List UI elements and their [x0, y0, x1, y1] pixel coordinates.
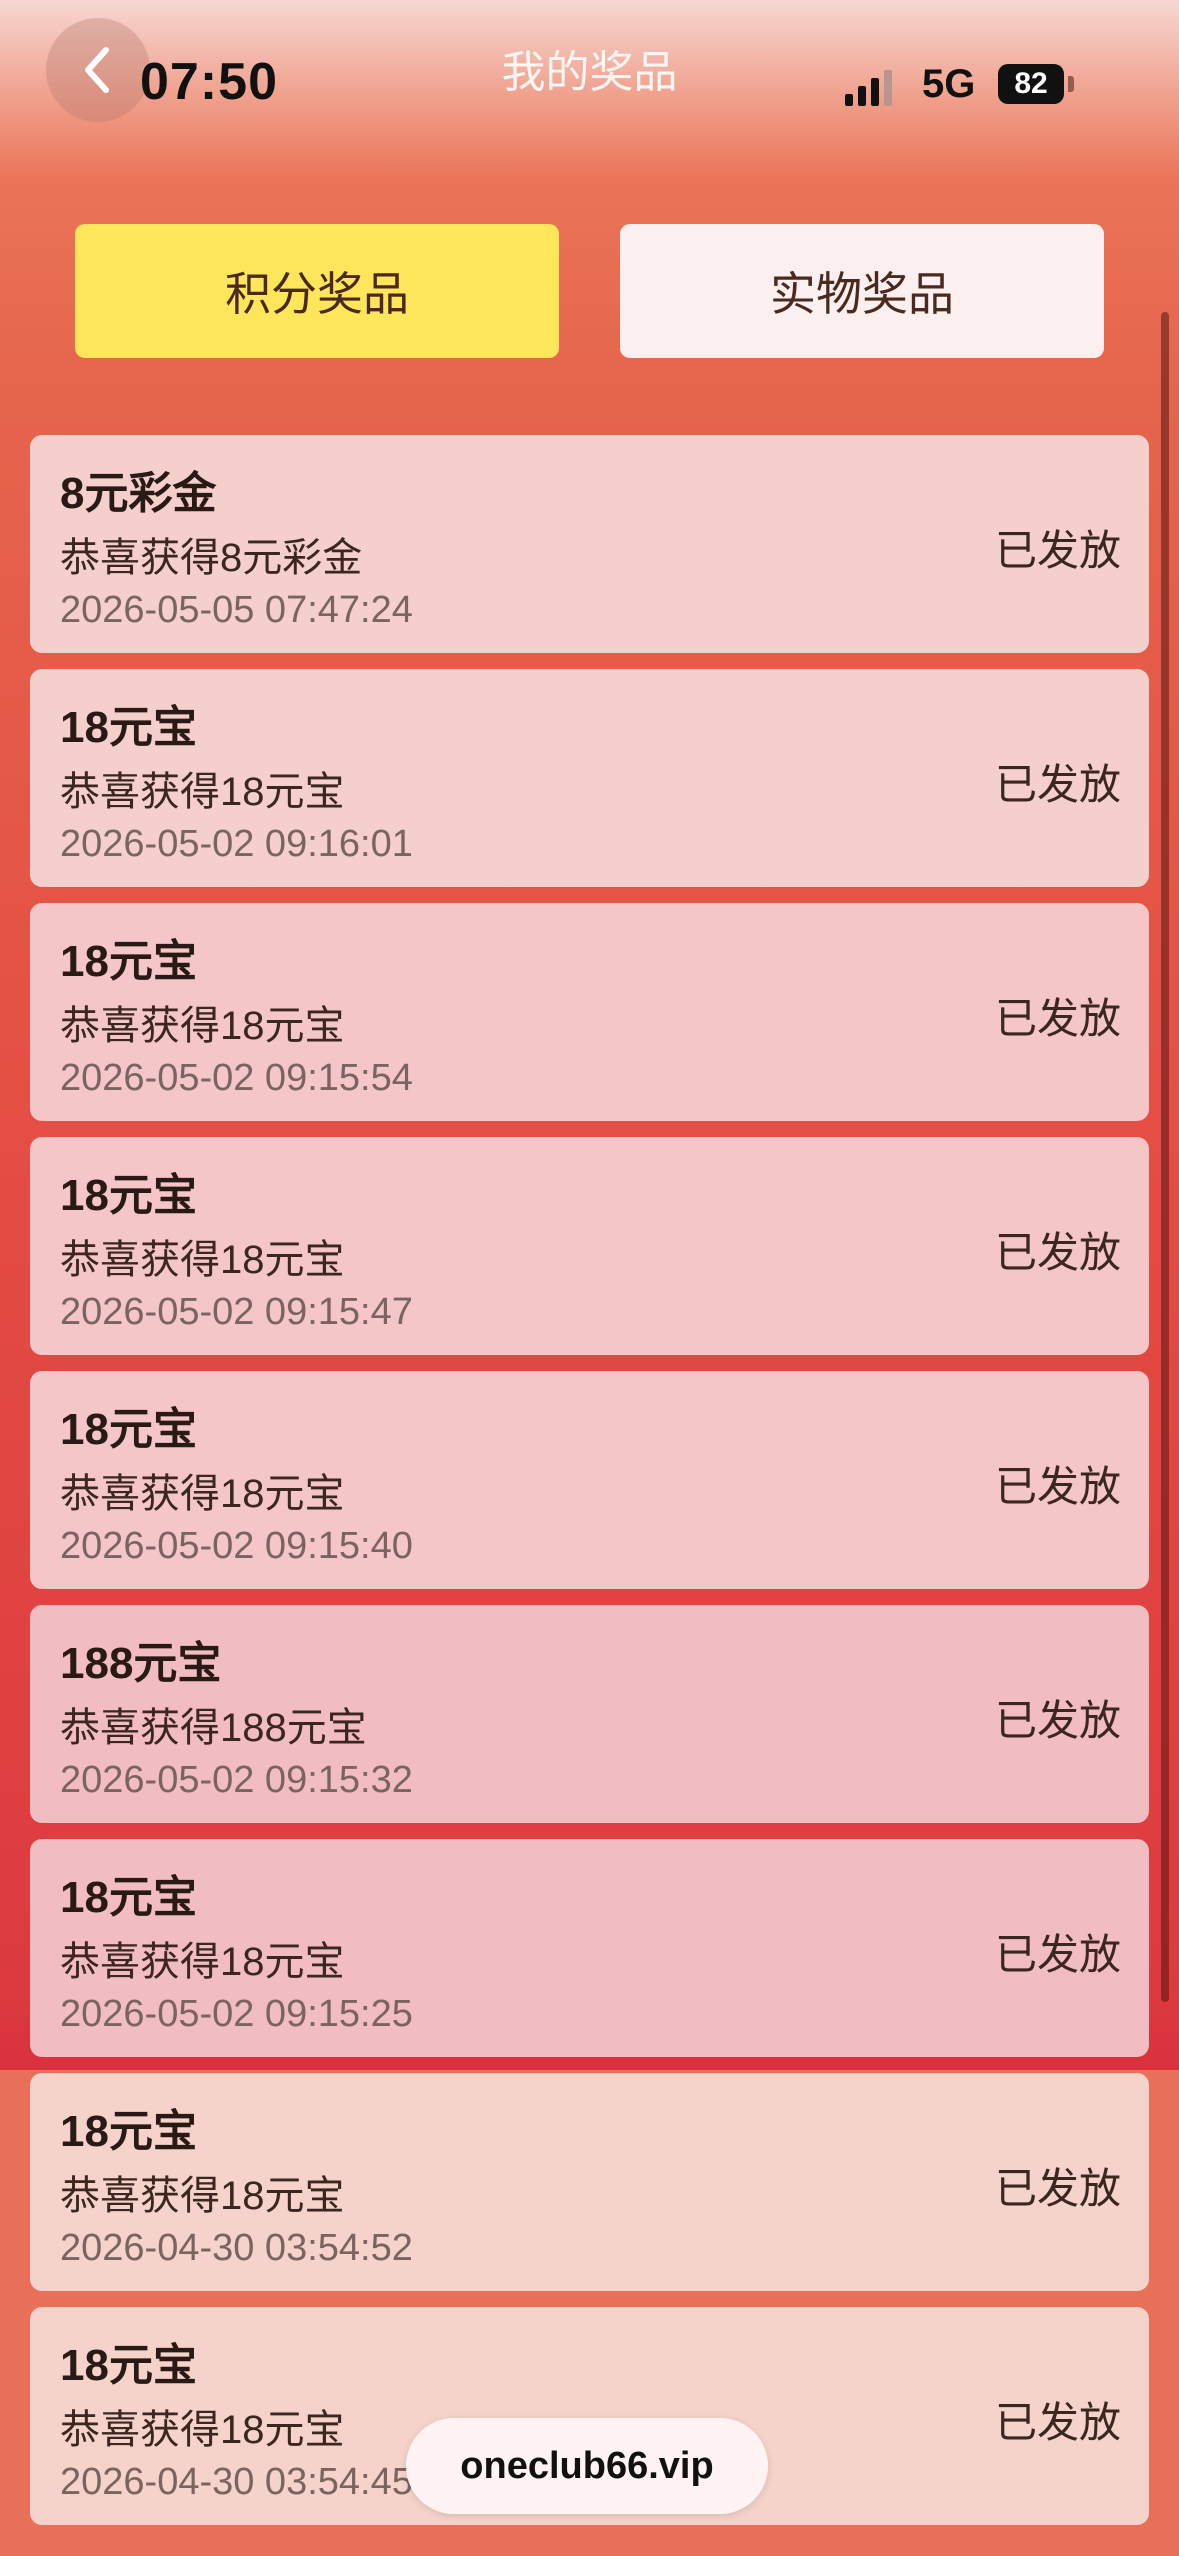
prize-status: 已发放 [994, 1930, 1121, 1979]
tab-points-prizes[interactable]: 积分奖品 [75, 224, 559, 358]
prize-description: 恭喜获得18元宝 [60, 1238, 345, 1282]
prize-time: 2026-04-30 03:54:52 [60, 2227, 413, 2269]
prize-status: 已发放 [994, 1462, 1121, 1511]
prize-name: 18元宝 [60, 1405, 197, 1454]
prize-time: 2026-05-02 09:15:32 [60, 1759, 413, 1801]
prize-name: 18元宝 [60, 937, 197, 986]
prize-name: 18元宝 [60, 2107, 197, 2156]
prize-name: 18元宝 [60, 1171, 197, 1220]
prize-item[interactable]: 18元宝 恭喜获得18元宝 2026-05-02 09:15:25 已发放 [30, 1839, 1149, 2057]
prize-item[interactable]: 8元彩金 恭喜获得8元彩金 2026-05-05 07:47:24 已发放 [30, 435, 1149, 653]
prize-time: 2026-04-30 03:54:45 [60, 2461, 413, 2503]
prize-name: 188元宝 [60, 1639, 222, 1688]
battery-level: 82 [1014, 67, 1048, 100]
prize-description: 恭喜获得18元宝 [60, 2174, 345, 2218]
prize-item[interactable]: 18元宝 恭喜获得18元宝 2026-05-02 09:15:54 已发放 [30, 903, 1149, 1121]
prize-description: 恭喜获得8元彩金 [60, 536, 363, 580]
prize-item[interactable]: 18元宝 恭喜获得18元宝 2026-05-02 09:15:40 已发放 [30, 1371, 1149, 1589]
prize-time: 2026-05-02 09:16:01 [60, 823, 413, 865]
prize-name: 18元宝 [60, 2341, 197, 2390]
prize-name: 18元宝 [60, 1873, 197, 1922]
battery-icon: 82 [998, 64, 1064, 104]
tab-physical-prizes[interactable]: 实物奖品 [620, 224, 1104, 358]
cellular-signal-icon [845, 70, 892, 106]
prize-item[interactable]: 18元宝 恭喜获得18元宝 2026-05-02 09:16:01 已发放 [30, 669, 1149, 887]
prize-item[interactable]: 18元宝 恭喜获得18元宝 2026-05-02 09:15:47 已发放 [30, 1137, 1149, 1355]
prize-time: 2026-05-02 09:15:47 [60, 1291, 413, 1333]
battery-tip [1068, 76, 1074, 92]
prize-name: 18元宝 [60, 703, 197, 752]
prize-description: 恭喜获得18元宝 [60, 1004, 345, 1048]
prize-description: 恭喜获得188元宝 [60, 1706, 367, 1750]
prize-status: 已发放 [994, 760, 1121, 809]
site-url-pill[interactable]: oneclub66.vip [406, 2418, 768, 2514]
prize-time: 2026-05-05 07:47:24 [60, 589, 413, 631]
prize-list: 8元彩金 恭喜获得8元彩金 2026-05-05 07:47:24 已发放 18… [30, 435, 1149, 2541]
prize-item[interactable]: 18元宝 恭喜获得18元宝 2026-04-30 03:54:52 已发放 [30, 2073, 1149, 2291]
prize-item[interactable]: 188元宝 恭喜获得188元宝 2026-05-02 09:15:32 已发放 [30, 1605, 1149, 1823]
prize-description: 恭喜获得18元宝 [60, 1940, 345, 1984]
prize-description: 恭喜获得18元宝 [60, 1472, 345, 1516]
prize-description: 恭喜获得18元宝 [60, 770, 345, 814]
prize-status: 已发放 [994, 2398, 1121, 2447]
prize-status: 已发放 [994, 1696, 1121, 1745]
network-type: 5G [922, 62, 976, 106]
scrollbar[interactable] [1161, 312, 1169, 2002]
prize-time: 2026-05-02 09:15:25 [60, 1993, 413, 2035]
prize-name: 8元彩金 [60, 469, 217, 518]
prize-description: 恭喜获得18元宝 [60, 2408, 345, 2452]
prize-status: 已发放 [994, 1228, 1121, 1277]
prize-status: 已发放 [994, 526, 1121, 575]
prize-time: 2026-05-02 09:15:54 [60, 1057, 413, 1099]
prize-time: 2026-05-02 09:15:40 [60, 1525, 413, 1567]
prize-status: 已发放 [994, 2164, 1121, 2213]
prize-status: 已发放 [994, 994, 1121, 1043]
